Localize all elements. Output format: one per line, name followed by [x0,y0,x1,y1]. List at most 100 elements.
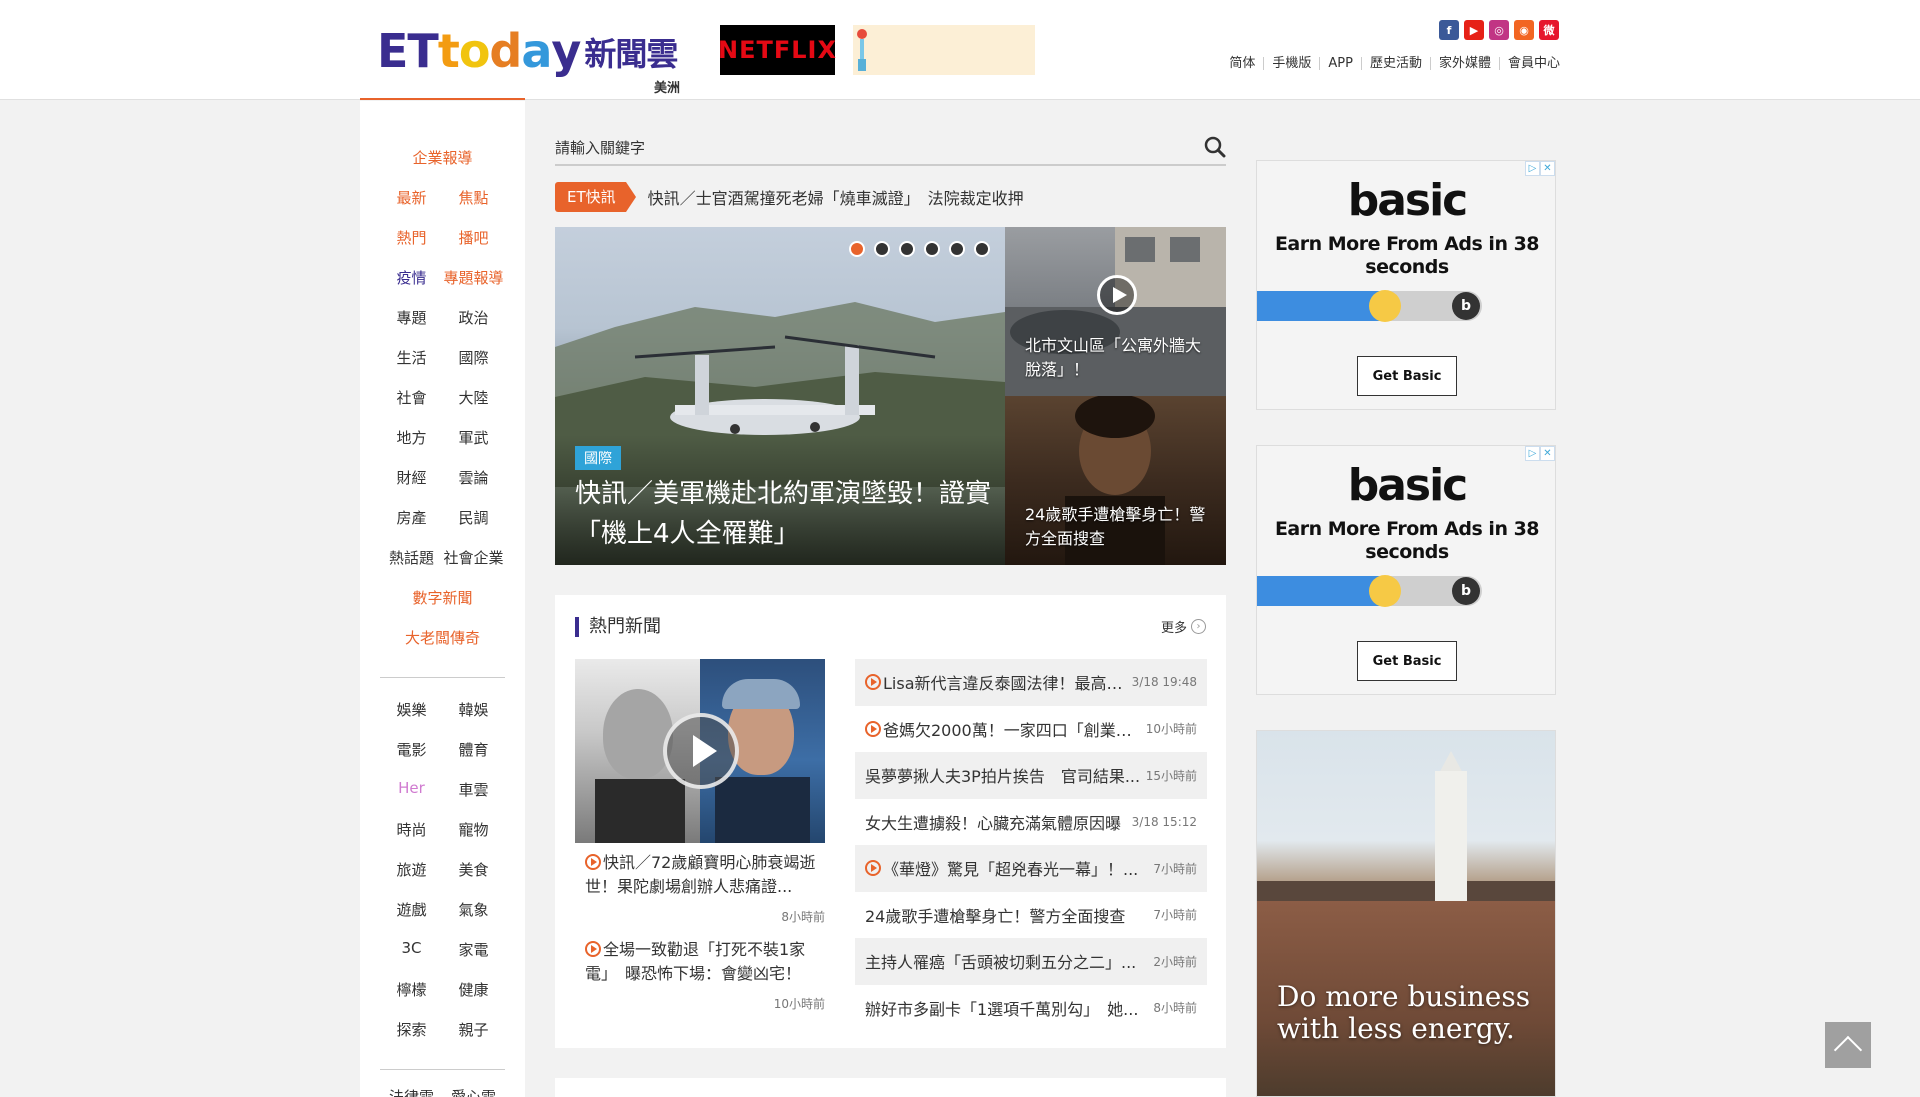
sidebar-item-her[interactable]: Her [381,779,443,800]
breaking-news-headline[interactable]: 快訊／士官酒駕撞死老婦「燒車滅證」 法院裁定收押 [648,185,1024,209]
carousel-dot-4[interactable] [924,241,940,257]
sidebar-item-travel[interactable]: 旅遊 [381,859,443,880]
sidebar-row: 企業報導 [360,147,525,168]
sidebar-item-explore[interactable]: 探索 [381,1019,443,1040]
search-input[interactable] [555,134,1175,162]
hero-carousel[interactable]: 國際 快訊／美軍機赴北約軍演墜毀！證實「機上4人全罹難」 [555,227,1005,565]
sidebar-item-appliances[interactable]: 家電 [443,939,505,960]
sidebar-item-topics[interactable]: 專題 [381,307,443,328]
breaking-news-tag: ET快訊 [555,182,636,212]
sidebar-item-games[interactable]: 遊戲 [381,899,443,920]
sidebar-item-politics[interactable]: 政治 [443,307,505,328]
carousel-dot-1[interactable] [849,241,865,257]
netflix-ad[interactable]: NETFLIX [718,25,836,75]
sidebar-item-charity[interactable]: 愛心雲 [443,1086,505,1097]
list-item[interactable]: Lisa新代言違反泰國法律！最高「... 3/18 19:48 [855,659,1207,706]
nav-app[interactable]: APP [1319,57,1361,70]
sidebar-item-latest[interactable]: 最新 [381,187,443,208]
featured-headline[interactable]: 快訊／72歲顧寶明心肺衰竭逝世！果陀劇場創辦人悲痛證... [585,851,825,899]
ad-info-icon[interactable]: ▷ [1525,161,1540,176]
featured-video-thumbnail[interactable] [575,659,825,843]
sidebar-item-hot-topics[interactable]: 熱話題 [381,547,443,568]
youtube-icon[interactable]: ▶ [1464,20,1484,40]
sidebar-item-epidemic[interactable]: 疫情 [381,267,443,288]
sidebar-item-society[interactable]: 社會 [381,387,443,408]
logo-underline [360,98,525,100]
sidebar-row: 地方 軍武 [360,427,525,448]
breaking-news-ticker: ET快訊 快訊／士官酒駕撞死老婦「燒車滅證」 法院裁定收押 [555,182,1024,212]
region-label[interactable]: 美洲 [654,77,680,96]
list-item[interactable]: 《華燈》驚見「超兇春光一幕」！... 7小時前 [855,845,1207,892]
featured-headline[interactable]: 全場一致勸退「打死不裝1家電」 曝恐怖下場：會變凶宅！ [585,938,825,986]
list-item[interactable]: 主持人罹癌「舌頭被切剩五分之二」... 2小時前 [855,938,1207,985]
sidebar-item-china[interactable]: 大陸 [443,387,505,408]
sidebar-item-korean[interactable]: 韓娛 [443,699,505,720]
get-basic-button[interactable]: Get Basic [1357,356,1457,396]
list-item[interactable]: 女大生遭擄殺！心臟充滿氣體原因曝 3/18 15:12 [855,799,1207,846]
banner-ad[interactable] [853,25,1035,75]
sidebar-row: 檸檬 健康 [360,979,525,1000]
sidebar-item-parenting[interactable]: 親子 [443,1019,505,1040]
sidebar-item-local[interactable]: 地方 [381,427,443,448]
sidebar-item-entertainment[interactable]: 娛樂 [381,699,443,720]
list-item[interactable]: 吳夢夢揪人夫3P拍片挨告 官司結果... 15小時前 [855,752,1207,799]
sidebar-item-food[interactable]: 美食 [443,859,505,880]
sidebar-item-3c[interactable]: 3C [381,939,443,960]
display-ad[interactable]: ▷ ✕ basic Earn More From Ads in 38 secon… [1256,445,1556,695]
carousel-dot-5[interactable] [949,241,965,257]
sidebar-item-military[interactable]: 軍武 [443,427,505,448]
ad-choices: ▷ ✕ [1525,161,1555,176]
sidebar-item-lemon[interactable]: 檸檬 [381,979,443,1000]
sidebar-item-weather[interactable]: 氣象 [443,899,505,920]
sidebar-item-hot[interactable]: 熱門 [381,227,443,248]
display-ad[interactable]: ▷ ✕ basic Earn More From Ads in 38 secon… [1256,160,1556,410]
list-item[interactable]: 爸媽欠2000萬！一家四口「創業賣... 10小時前 [855,706,1207,753]
side-news-card[interactable]: 24歲歌手遭槍擊身亡！警方全面搜查 [1005,396,1226,565]
nav-mobile[interactable]: 手機版 [1263,57,1319,70]
carousel-dot-2[interactable] [874,241,890,257]
carousel-dot-6[interactable] [974,241,990,257]
sidebar-item-data-news[interactable]: 數字新聞 [373,587,513,608]
sidebar-item-opinion[interactable]: 雲論 [443,467,505,488]
search-icon[interactable] [1204,136,1226,158]
sidebar-item-finance[interactable]: 財經 [381,467,443,488]
list-item[interactable]: 24歲歌手遭槍擊身亡！警方全面搜查 7小時前 [855,892,1207,939]
nav-events[interactable]: 歷史活動 [1360,57,1430,70]
sidebar-item-corporate[interactable]: 企業報導 [373,147,513,168]
sidebar-item-movies[interactable]: 電影 [381,739,443,760]
close-icon[interactable]: ✕ [1540,161,1555,176]
nav-member[interactable]: 會員中心 [1498,57,1560,70]
sidebar-item-life[interactable]: 生活 [381,347,443,368]
sidebar-item-law[interactable]: 法律雲 [381,1086,443,1097]
weibo-icon[interactable]: 微 [1539,20,1559,40]
ad-info-icon[interactable]: ▷ [1525,446,1540,461]
get-basic-button[interactable]: Get Basic [1357,641,1457,681]
sidebar-item-cars[interactable]: 車雲 [443,779,505,800]
more-link[interactable]: 更多 › [1161,617,1206,636]
sidebar-item-boss-legend[interactable]: 大老闆傳奇 [373,627,513,648]
sidebar-item-social-enterprise[interactable]: 社會企業 [443,547,505,568]
nav-outdoor-media[interactable]: 家外媒體 [1429,57,1499,70]
back-to-top-button[interactable] [1825,1022,1871,1068]
sidebar-item-special-report[interactable]: 專題報導 [443,267,505,288]
ettoday-logo[interactable]: ET t o d a y 新聞雲 [377,24,678,74]
sidebar-item-sports[interactable]: 體育 [443,739,505,760]
sidebar-item-real-estate[interactable]: 房產 [381,507,443,528]
sidebar-item-international[interactable]: 國際 [443,347,505,368]
list-item[interactable]: 辦好市多副卡「1選項千萬別勾」 她... 8小時前 [855,985,1207,1032]
sidebar-item-pets[interactable]: 寵物 [443,819,505,840]
nav-simplified[interactable]: 简体 [1221,57,1263,70]
sidebar-item-fashion[interactable]: 時尚 [381,819,443,840]
sidebar-item-focus[interactable]: 焦點 [443,187,505,208]
rss-icon[interactable]: ◉ [1514,20,1534,40]
sidebar-item-health[interactable]: 健康 [443,979,505,1000]
photo-ad[interactable]: Do more business with less energy. [1256,730,1556,1097]
hero-headline[interactable]: 快訊／美軍機赴北約軍演墜毀！證實「機上4人全罹難」 [575,474,995,554]
side-news-card[interactable]: 北市文山區「公寓外牆大脫落」！ [1005,227,1226,396]
close-icon[interactable]: ✕ [1540,446,1555,461]
instagram-icon[interactable]: ◎ [1489,20,1509,40]
sidebar-item-polls[interactable]: 民調 [443,507,505,528]
carousel-dot-3[interactable] [899,241,915,257]
facebook-icon[interactable]: f [1439,20,1459,40]
sidebar-item-video[interactable]: 播吧 [443,227,505,248]
